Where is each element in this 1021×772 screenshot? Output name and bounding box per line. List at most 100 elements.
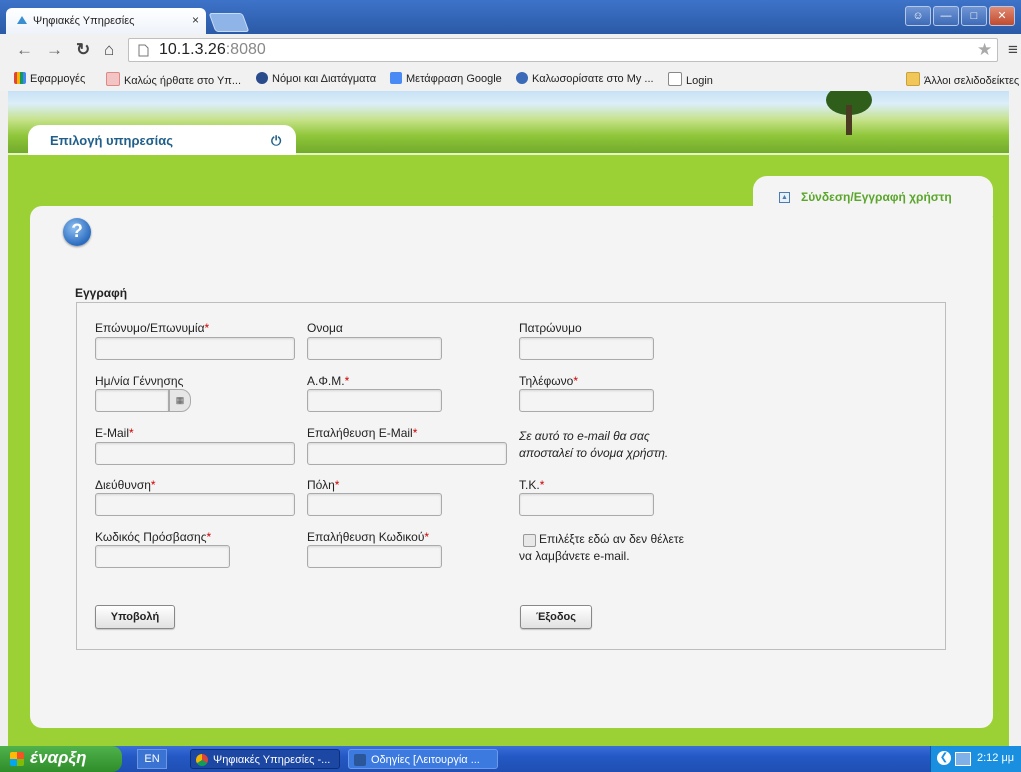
submit-button[interactable]: Υποβολή <box>95 605 175 629</box>
globe-icon <box>256 72 268 84</box>
page-icon <box>668 72 682 86</box>
email-input[interactable] <box>95 442 295 465</box>
system-tray: ❮ 2:12 μμ <box>930 746 1021 772</box>
address-label: Διεύθυνση* <box>95 478 156 492</box>
taskbar-item-label: Οδηγίες [Λειτουργία ... <box>371 754 480 766</box>
taskbar-item-browser[interactable]: Ψηφιακές Υπηρεσίες -... <box>190 749 340 769</box>
postal-code-input[interactable] <box>519 493 654 516</box>
home-icon[interactable]: ⌂ <box>104 40 114 60</box>
profile-icon[interactable]: ☺ <box>905 6 931 26</box>
tab-close-icon[interactable]: × <box>192 13 199 27</box>
url-host: 10.1.3.26 <box>159 41 226 58</box>
minimize-button[interactable]: — <box>933 6 959 26</box>
start-button[interactable]: έναρξη <box>0 746 122 772</box>
globe-icon <box>516 72 528 84</box>
service-selection-tab[interactable]: Επιλογή υπηρεσίας ⏻ <box>28 125 296 155</box>
birth-date-input[interactable] <box>95 389 169 412</box>
windows-logo-icon <box>10 752 24 766</box>
scrollbar[interactable] <box>1009 91 1021 746</box>
left-window-edge <box>0 91 8 746</box>
new-tab-button[interactable] <box>208 13 250 32</box>
email-note: Σε αυτό το e-mail θα σας αποσταλεί το όν… <box>519 429 669 460</box>
required-mark: * <box>129 426 134 440</box>
apps-grid-icon <box>14 72 26 84</box>
forward-arrow-icon[interactable]: → <box>46 40 63 60</box>
exit-button[interactable]: Έξοδος <box>520 605 592 629</box>
language-indicator[interactable]: EN <box>137 749 167 769</box>
required-mark: * <box>412 426 418 440</box>
required-mark: * <box>334 478 340 492</box>
surname-label: Επώνυμο/Επωνυμία* <box>95 321 209 335</box>
windows-taskbar: έναρξη EN Ψηφιακές Υπηρεσίες -... Οδηγίε… <box>0 746 1021 772</box>
taskbar-item-label: Ψηφιακές Υπηρεσίες -... <box>213 754 331 766</box>
other-bookmarks-folder[interactable]: Άλλοι σελιδοδείκτες <box>906 72 1019 87</box>
page-icon <box>138 44 149 57</box>
bookmark-welcome-my[interactable]: Καλωσορίσατε στο My ... <box>516 72 654 85</box>
required-mark: * <box>573 374 578 388</box>
tab-title: Ψηφιακές Υπηρεσίες <box>33 15 135 27</box>
close-window-button[interactable]: ✕ <box>989 6 1015 26</box>
bookmark-label: Μετάφραση Google <box>406 73 502 85</box>
power-toggle-icon[interactable]: ⏻ <box>271 133 285 148</box>
browser-tab[interactable]: Ψηφιακές Υπηρεσίες × <box>6 8 206 34</box>
surname-input[interactable] <box>95 337 295 360</box>
back-arrow-icon[interactable]: ← <box>16 40 33 60</box>
required-mark: * <box>204 321 210 335</box>
label-text: Διεύθυνση <box>95 478 151 492</box>
name-input[interactable] <box>307 337 442 360</box>
bookmark-laws[interactable]: Νόμοι και Διατάγματα <box>256 72 376 85</box>
url-text: 10.1.3.26:8080 <box>159 41 266 59</box>
required-mark: * <box>539 478 545 492</box>
start-label: έναρξη <box>30 748 87 767</box>
label-text: Τ.Κ. <box>519 478 540 492</box>
password-confirm-label: Επαλήθευση Κωδικού* <box>307 530 429 544</box>
reload-icon[interactable]: ↻ <box>76 40 90 60</box>
no-email-checkbox-label: Επιλέξτε εδώ αν δεν θέλετε να λαμβάνετε … <box>519 532 684 563</box>
label-text: Πόλη <box>307 478 335 492</box>
site-favicon-icon <box>17 16 27 24</box>
bookmark-apps[interactable]: Εφαρμογές <box>14 72 85 85</box>
label-text: Κωδικός Πρόσβασης <box>95 530 207 544</box>
bookmark-label: Εφαρμογές <box>30 73 86 85</box>
other-bookmarks-label: Άλλοι σελιδοδείκτες <box>924 75 1020 87</box>
password-confirm-input[interactable] <box>307 545 442 568</box>
required-mark: * <box>344 374 350 388</box>
content-panel: ? Εγγραφή Επώνυμο/Επωνυμία* Ονομα Πατρών… <box>30 206 993 728</box>
calendar-icon[interactable]: ▦ <box>169 389 191 412</box>
site-icon <box>106 72 120 86</box>
address-input[interactable] <box>95 493 295 516</box>
bookmark-star-icon[interactable]: ★ <box>977 40 992 60</box>
password-input[interactable] <box>95 545 230 568</box>
maximize-button[interactable]: □ <box>961 6 987 26</box>
email-label: E-Mail* <box>95 426 134 440</box>
phone-label: Τηλέφωνο* <box>519 374 578 388</box>
city-input[interactable] <box>307 493 442 516</box>
bookmark-label: Καλώς ήρθατε στο Υπ... <box>124 75 242 87</box>
bookmark-google-translate[interactable]: Μετάφραση Google <box>390 72 502 85</box>
page-viewport: Επιλογή υπηρεσίας ⏻ ▲ Σύνδεση/Εγγραφή χρ… <box>8 91 1009 746</box>
phone-input[interactable] <box>519 389 654 412</box>
menu-icon[interactable]: ≡ <box>1008 40 1018 60</box>
birth-date-label: Ημ/νία Γέννησης <box>95 374 184 388</box>
label-text: E-Mail <box>95 426 130 440</box>
collapse-icon: ▲ <box>779 192 790 203</box>
network-icon[interactable] <box>955 752 971 766</box>
tree-trunk <box>846 105 852 135</box>
browser-title-bar: Ψηφιακές Υπηρεσίες × ☺ — □ ✕ <box>0 0 1021 34</box>
email-confirm-input[interactable] <box>307 442 507 465</box>
address-bar[interactable]: 10.1.3.26:8080 ★ <box>128 38 998 62</box>
bookmark-welcome[interactable]: Καλώς ήρθατε στο Υπ... <box>106 72 241 87</box>
label-text: Α.Φ.Μ. <box>307 374 345 388</box>
url-port: :8080 <box>225 41 266 58</box>
taskbar-item-document[interactable]: Οδηγίες [Λειτουργία ... <box>348 749 498 769</box>
bookmark-login[interactable]: Login <box>668 72 713 87</box>
afm-input[interactable] <box>307 389 442 412</box>
city-label: Πόλη* <box>307 478 339 492</box>
help-icon[interactable]: ? <box>63 218 91 246</box>
tray-expand-icon[interactable]: ❮ <box>937 751 951 765</box>
label-text: Επαλήθευση Κωδικού <box>307 530 425 544</box>
postal-code-label: Τ.Κ.* <box>519 478 544 492</box>
chrome-icon <box>196 754 208 766</box>
father-name-input[interactable] <box>519 337 654 360</box>
form-title: Εγγραφή <box>75 286 128 300</box>
